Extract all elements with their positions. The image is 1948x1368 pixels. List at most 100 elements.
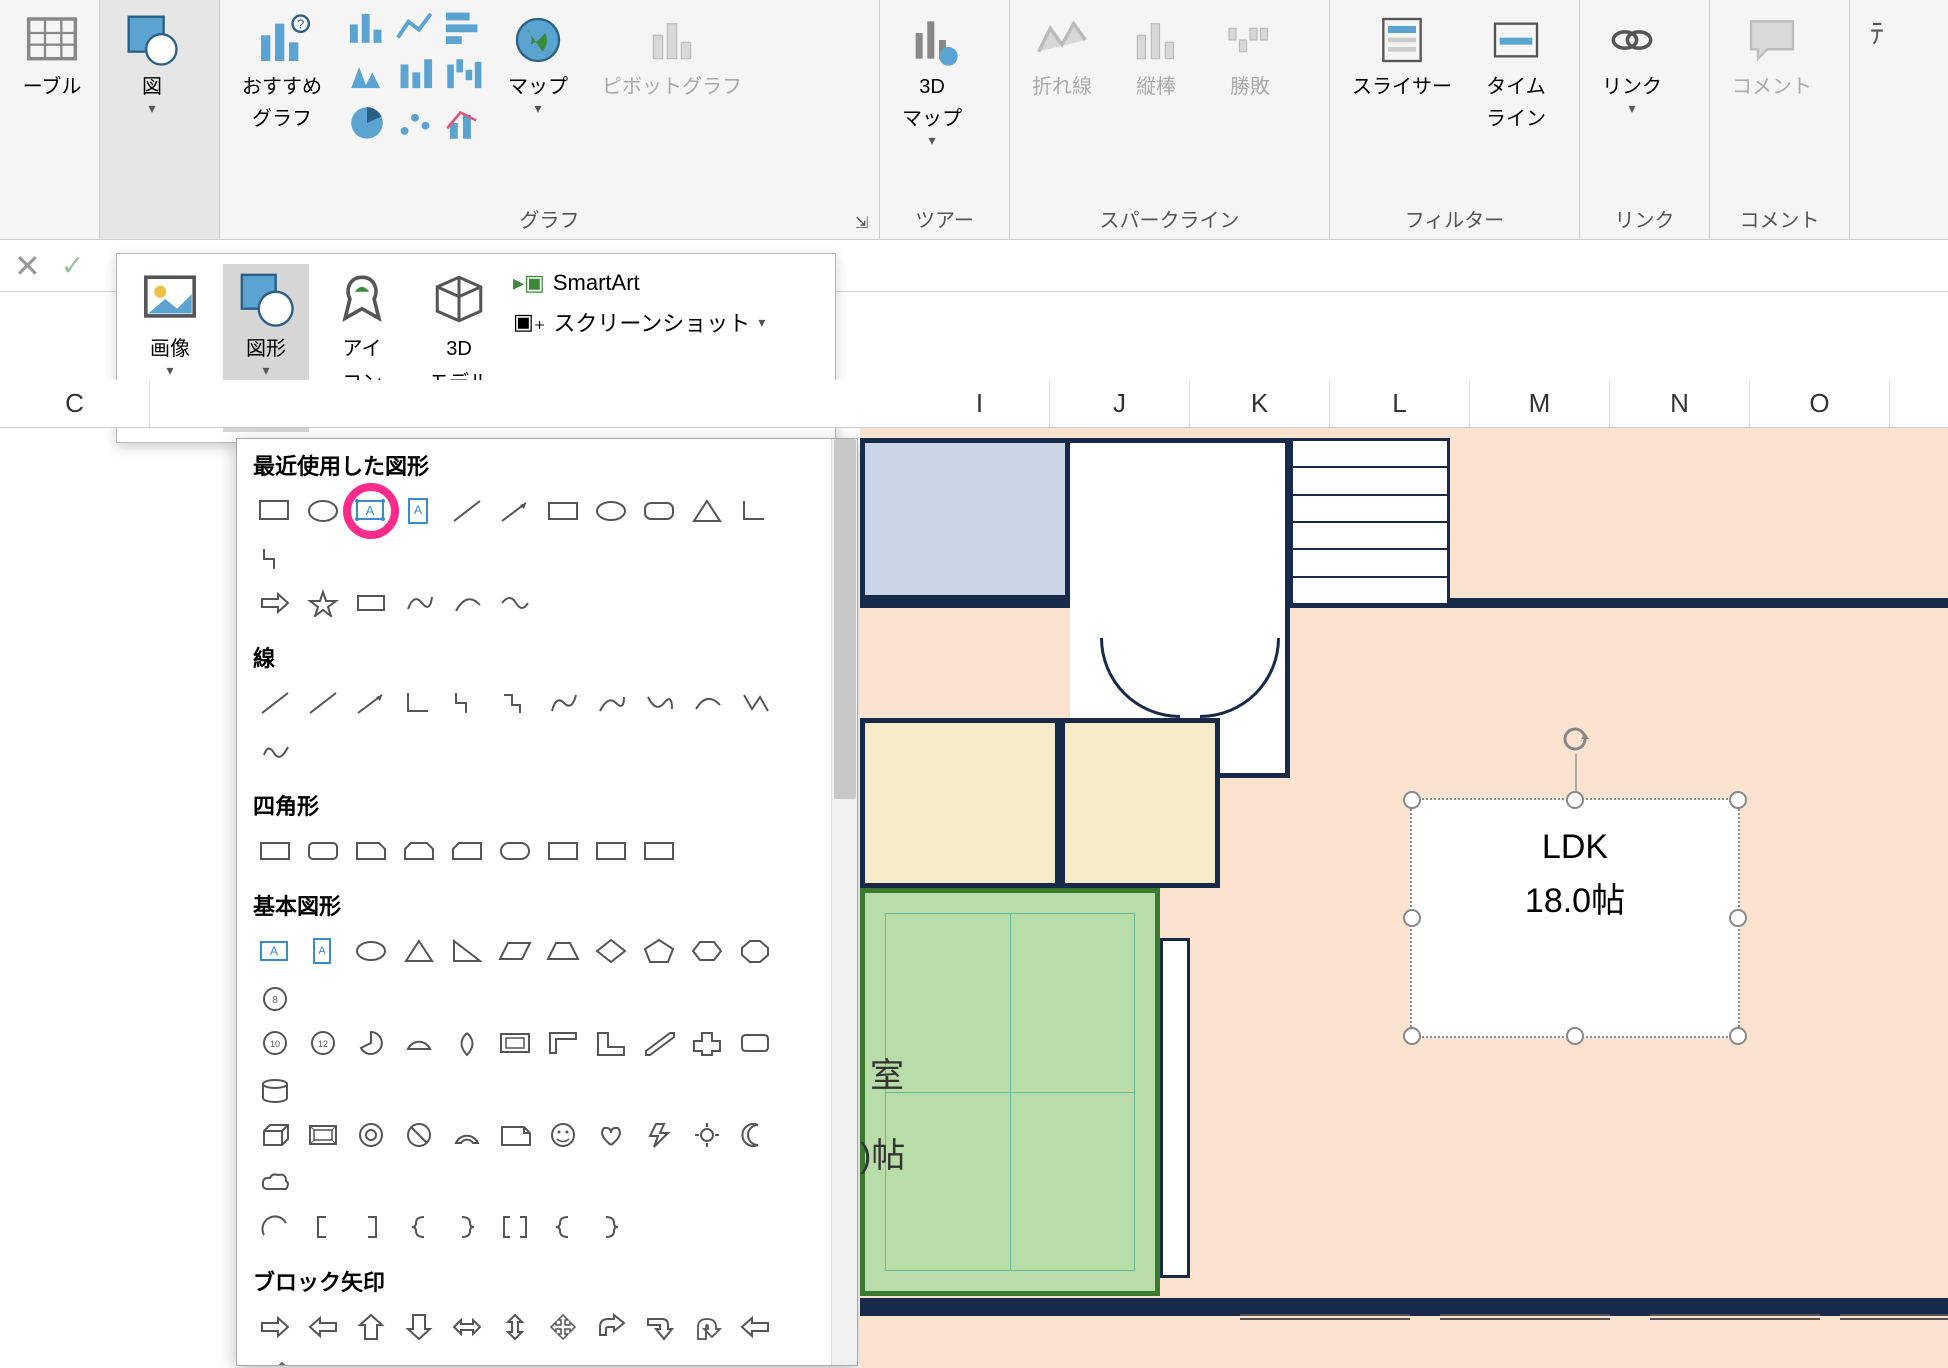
shape-tri[interactable]: [397, 929, 441, 973]
col-header[interactable]: O: [1750, 380, 1890, 427]
col-header[interactable]: P: [1890, 380, 1948, 427]
shape-arr-bentup[interactable]: [253, 1353, 297, 1365]
shape-heart[interactable]: [589, 1113, 633, 1157]
chart-bar-button[interactable]: [442, 6, 484, 48]
shape-arc2[interactable]: [253, 1205, 297, 1249]
pivot-chart-button[interactable]: ピボットグラフ: [592, 6, 752, 106]
chart-line-button[interactable]: [394, 6, 436, 48]
shape-bevel[interactable]: [301, 1113, 345, 1157]
shape-line[interactable]: [445, 489, 489, 533]
resize-handle-ne[interactable]: [1729, 791, 1747, 809]
col-header[interactable]: M: [1470, 380, 1610, 427]
shape-curve[interactable]: [493, 581, 537, 625]
shape-can[interactable]: [253, 1069, 297, 1113]
chart-stat-button[interactable]: [394, 54, 436, 96]
shape-arr-lr2[interactable]: [733, 1305, 777, 1349]
shape-arr-bent[interactable]: [589, 1305, 633, 1349]
illustrations-button[interactable]: 図 ▾: [112, 6, 192, 123]
resize-handle-w[interactable]: [1403, 909, 1421, 927]
shape-scribble[interactable]: [253, 729, 297, 773]
resize-handle-se[interactable]: [1729, 1027, 1747, 1045]
shape-hex[interactable]: [685, 929, 729, 973]
chart-hierarchy-button[interactable]: [346, 54, 388, 96]
comment-button[interactable]: コメント: [1722, 6, 1822, 106]
shape-dodec[interactable]: 12: [301, 1021, 345, 1065]
shape-rect-r9[interactable]: [637, 829, 681, 873]
shape-l[interactable]: [733, 489, 777, 533]
shape-oval2[interactable]: [589, 489, 633, 533]
smartart-button[interactable]: ▸▣SmartArt: [513, 270, 765, 296]
col-header[interactable]: K: [1190, 380, 1330, 427]
shape-arrow-right[interactable]: [253, 581, 297, 625]
shape-tbh[interactable]: A: [253, 929, 297, 973]
maps-button[interactable]: マップ ▾: [498, 6, 578, 123]
shape-oct8[interactable]: 8: [253, 977, 297, 1021]
shape-line-b[interactable]: [301, 681, 345, 725]
shape-triangle[interactable]: [685, 489, 729, 533]
shape-rect-r3[interactable]: [349, 829, 393, 873]
shape-dec10[interactable]: 10: [253, 1021, 297, 1065]
shape-textbox-vertical[interactable]: A: [397, 489, 441, 533]
col-header[interactable]: I: [910, 380, 1050, 427]
table-button[interactable]: ーブル: [12, 6, 92, 106]
3d-map-button[interactable]: 3D マップ ▾: [892, 6, 972, 155]
sparkline-column-button[interactable]: 縦棒: [1116, 6, 1196, 106]
shape-frame[interactable]: [493, 1021, 537, 1065]
shape-rect-r8[interactable]: [589, 829, 633, 873]
shape-smiley[interactable]: [541, 1113, 585, 1157]
shape-ellipse[interactable]: [349, 929, 393, 973]
shape-para[interactable]: [493, 929, 537, 973]
timeline-button[interactable]: タイムライン: [1476, 6, 1556, 138]
resize-handle-n[interactable]: [1566, 791, 1584, 809]
shape-line-arrow[interactable]: [493, 489, 537, 533]
scrollbar-thumb[interactable]: [834, 439, 856, 799]
shape-pent[interactable]: [637, 929, 681, 973]
shape-oval[interactable]: [301, 489, 345, 533]
shape-lshape[interactable]: [589, 1021, 633, 1065]
cancel-icon[interactable]: ✕: [14, 247, 41, 285]
shape-arr-r[interactable]: [253, 1305, 297, 1349]
resize-handle-e[interactable]: [1729, 909, 1747, 927]
shape-plaque[interactable]: [733, 1021, 777, 1065]
shape-rounded-rect[interactable]: [637, 489, 681, 533]
chart-combo-button[interactable]: [442, 102, 484, 144]
shape-rect3[interactable]: [349, 581, 393, 625]
shape-curve-conn2[interactable]: [589, 681, 633, 725]
shape-rtri[interactable]: [445, 929, 489, 973]
shape-lbr2[interactable]: [541, 1205, 585, 1249]
col-header[interactable]: N: [1610, 380, 1750, 427]
chart-scatter-button[interactable]: [394, 102, 436, 144]
shape-curve-conn3[interactable]: [637, 681, 681, 725]
shape-diag[interactable]: [637, 1021, 681, 1065]
shape-halfframe[interactable]: [541, 1021, 585, 1065]
shape-tbv[interactable]: A: [301, 929, 345, 973]
shape-curve-conn4[interactable]: [685, 681, 729, 725]
shape-l2[interactable]: [253, 537, 297, 581]
shape-cross[interactable]: [685, 1021, 729, 1065]
shape-line-a[interactable]: [253, 681, 297, 725]
shape-arc[interactable]: [445, 581, 489, 625]
chart-pie-button[interactable]: [346, 102, 388, 144]
shape-arr-ud[interactable]: [493, 1305, 537, 1349]
shape-sun[interactable]: [685, 1113, 729, 1157]
sparkline-winloss-button[interactable]: 勝敗: [1210, 6, 1290, 106]
shape-folded[interactable]: [493, 1113, 537, 1157]
shape-rectangle[interactable]: [253, 489, 297, 533]
shape-cloud[interactable]: [253, 1161, 297, 1205]
shape-rect-r2[interactable]: [301, 829, 345, 873]
shape-rect-r6[interactable]: [493, 829, 537, 873]
shape-donut[interactable]: [349, 1113, 393, 1157]
resize-handle-nw[interactable]: [1403, 791, 1421, 809]
link-button[interactable]: リンク▾: [1592, 6, 1672, 123]
recommended-charts-button[interactable]: ? おすすめ グラフ: [232, 6, 332, 138]
worksheet-canvas[interactable]: 室 )帖 LDK 18.0帖: [860, 428, 1948, 1368]
shape-line-arrow2[interactable]: [349, 681, 393, 725]
shape-freeform2[interactable]: [733, 681, 777, 725]
shape-rect-r7[interactable]: [541, 829, 585, 873]
shape-chord[interactable]: [397, 1021, 441, 1065]
resize-handle-s[interactable]: [1566, 1027, 1584, 1045]
ribbon-overflow-button[interactable]: ﾃ: [1862, 6, 1892, 58]
shape-curve-conn[interactable]: [541, 681, 585, 725]
shape-lbrace[interactable]: [397, 1205, 441, 1249]
shape-star[interactable]: [301, 581, 345, 625]
